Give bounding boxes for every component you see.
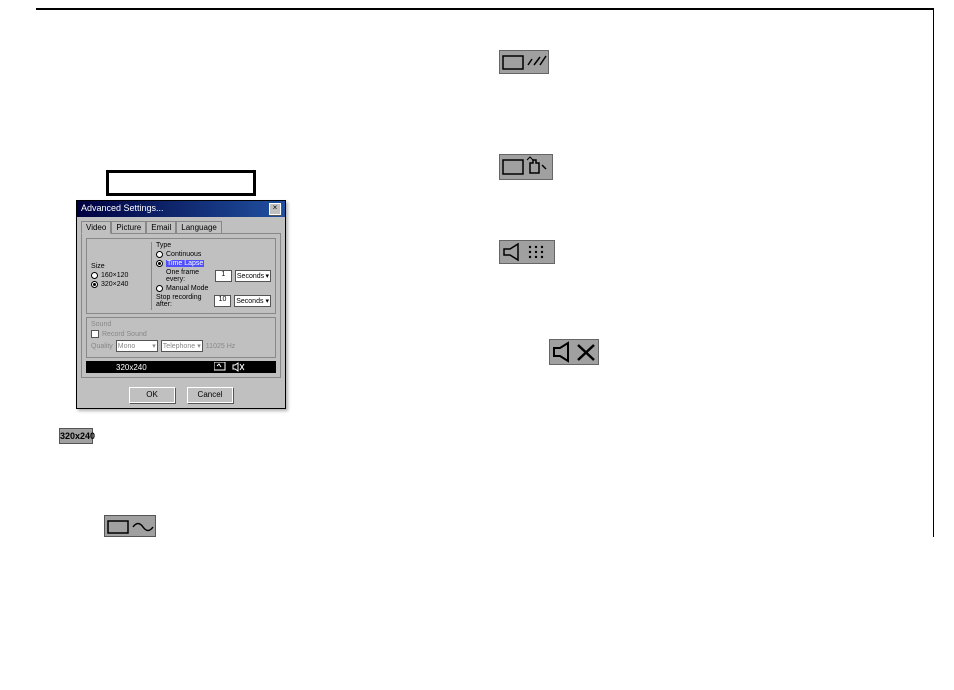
dialog-buttons: OK Cancel [77, 382, 285, 408]
status-size: 320x240 [116, 363, 147, 372]
sound-legend: Sound [91, 321, 271, 328]
one-frame-label: One frame every: [166, 269, 212, 283]
cancel-button[interactable]: Cancel [187, 387, 233, 403]
stop-label: Stop recording after: [156, 294, 211, 308]
dialog-title-text: Advanced Settings... [81, 203, 164, 215]
left-column: Advanced Settings... × Video Picture Ema… [56, 50, 436, 537]
speaker-mute-mini-icon [232, 362, 246, 372]
type-legend: Type [156, 242, 271, 249]
manual-type-icon [499, 154, 553, 180]
fieldset-size-type: Size 160×120 320×240 Type Continuous Tim… [86, 238, 276, 314]
close-icon[interactable]: × [269, 203, 281, 215]
dialog-titlebar: Advanced Settings... × [77, 201, 285, 217]
quality-hz: 11025 Hz [206, 343, 235, 350]
time-lapse-type-icon [499, 50, 549, 74]
quality-mono-select: Mono [116, 340, 158, 352]
type-group: Type Continuous Time Lapse One frame eve… [151, 242, 271, 310]
stop-value-input[interactable]: 10 [214, 295, 232, 307]
size-badge-320: 320x240 [59, 428, 93, 444]
type-continuous[interactable]: Continuous [156, 251, 271, 258]
sound-on-icon [499, 240, 555, 264]
stop-unit-select[interactable]: Seconds [234, 295, 271, 307]
size-320[interactable]: 320×240 [91, 281, 147, 288]
screen-mini-icon [214, 362, 228, 372]
dialog-body: Size 160×120 320×240 Type Continuous Tim… [81, 233, 281, 378]
dialog-tabs: Video Picture Email Language [77, 221, 285, 233]
dialog-status-bar: 320x240 [86, 361, 276, 373]
tab-video[interactable]: Video [81, 221, 111, 234]
record-sound-checkbox[interactable] [91, 330, 99, 338]
type-manual[interactable]: Manual Mode [156, 285, 271, 292]
page-border: Advanced Settings... × Video Picture Ema… [36, 8, 934, 537]
frame-unit-select[interactable]: Seconds [235, 270, 271, 282]
size-legend: Size [91, 263, 147, 270]
caption-placeholder [106, 170, 256, 196]
size-160[interactable]: 160×120 [91, 272, 147, 279]
quality-label: Quality [91, 343, 113, 350]
size-group: Size 160×120 320×240 [91, 263, 147, 290]
tab-email[interactable]: Email [146, 221, 176, 233]
tab-language[interactable]: Language [176, 221, 222, 233]
tab-picture[interactable]: Picture [111, 221, 146, 233]
quality-tele-select: Telephone [161, 340, 203, 352]
continuous-type-icon [104, 515, 156, 537]
right-column [496, 50, 913, 537]
ok-button[interactable]: OK [129, 387, 175, 403]
type-time-lapse[interactable]: Time Lapse [156, 260, 271, 267]
fieldset-sound: Sound Record Sound Quality Mono Telephon… [86, 317, 276, 358]
frame-value-input[interactable]: 1 [215, 270, 232, 282]
advanced-settings-dialog: Advanced Settings... × Video Picture Ema… [76, 200, 286, 409]
sound-off-icon [549, 339, 599, 365]
